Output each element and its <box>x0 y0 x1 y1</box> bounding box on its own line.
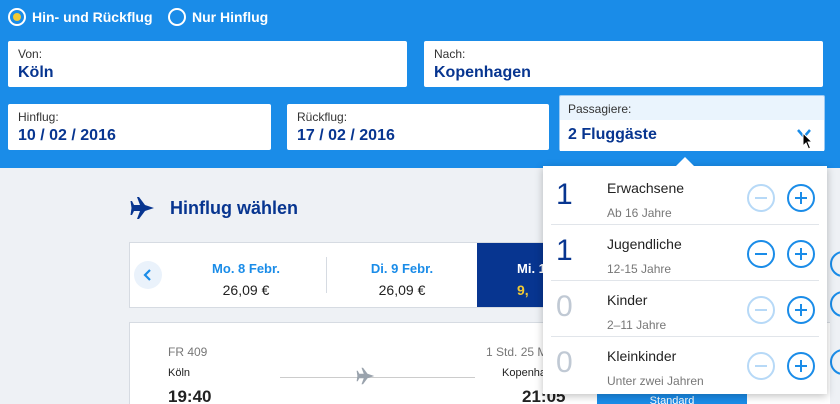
children-count: 0 <box>556 290 573 323</box>
plus-icon[interactable] <box>829 348 840 378</box>
date-tab-price: 26,09 € <box>378 282 426 298</box>
teens-age: 12-15 Jahre <box>607 262 672 276</box>
route-line <box>280 377 475 378</box>
from-field[interactable]: Von: Köln <box>8 41 407 87</box>
departure-time: 19:40 <box>168 387 212 404</box>
children-plus-button[interactable] <box>787 296 815 324</box>
to-label: Nach: <box>434 47 466 61</box>
radio-round-trip-label: Hin- und Rückflug <box>32 9 153 25</box>
airplane-icon <box>130 197 154 219</box>
to-field[interactable]: Nach: Kopenhagen <box>424 41 823 87</box>
flight-destination: Kopenha <box>502 367 547 379</box>
from-value[interactable]: Köln <box>18 64 397 82</box>
radio-round-trip-indicator[interactable] <box>8 8 26 26</box>
date-tab-date: Mo. 8 Febr. <box>212 261 280 276</box>
flight-origin: Köln <box>168 367 191 379</box>
radio-one-way-label: Nur Hinflug <box>192 9 269 25</box>
adults-label: Erwachsene <box>607 180 685 196</box>
flight-duration: 1 Std. 25 M <box>486 345 548 359</box>
passenger-dropdown: 1 Erwachsene Ab 16 Jahre 1 Jugendliche 1… <box>543 157 827 394</box>
date-tab-price: 26,09 € <box>222 282 270 298</box>
teens-minus-button[interactable] <box>747 240 775 268</box>
infants-minus-button[interactable] <box>747 352 775 380</box>
radio-one-way[interactable]: Nur Hinflug <box>168 8 268 26</box>
passengers-value: 2 Fluggäste <box>568 126 657 143</box>
adults-count: 1 <box>556 178 573 211</box>
passengers-select[interactable]: 2 Fluggäste <box>560 120 824 151</box>
teens-count: 1 <box>556 234 573 267</box>
date-tab[interactable]: Mo. 8 Febr. 26,09 € <box>166 243 326 307</box>
outbound-date-label: Hinflug: <box>18 110 59 124</box>
dropdown-notch <box>675 157 695 167</box>
flight-number: FR 409 <box>168 345 208 359</box>
passengers-field[interactable]: Passagiere: 2 Fluggäste <box>559 95 825 151</box>
outbound-date-field[interactable]: Hinflug: 10 / 02 / 2016 <box>8 104 271 150</box>
infants-age: Unter zwei Jahren <box>607 374 704 388</box>
return-date-field[interactable]: Rückflug: 17 / 02 / 2016 <box>287 104 549 150</box>
teens-label: Jugendliche <box>607 236 682 252</box>
infants-label: Kleinkinder <box>607 348 677 364</box>
radio-one-way-indicator[interactable] <box>168 8 186 26</box>
from-label: Von: <box>18 47 43 61</box>
infants-count: 0 <box>556 346 573 379</box>
outbound-title: Hinflug wählen <box>170 197 298 218</box>
passengers-label: Passagiere: <box>568 102 632 116</box>
date-tab-selected[interactable]: Mi. 1 9, <box>477 243 547 307</box>
passenger-row-children: 0 Kinder 2–11 Jahre <box>543 280 827 336</box>
plus-icon[interactable] <box>829 250 840 280</box>
passenger-row-infants: 0 Kleinkinder Unter zwei Jahren <box>543 336 827 392</box>
teens-plus-button[interactable] <box>787 240 815 268</box>
passenger-row-teens: 1 Jugendliche 12-15 Jahre <box>543 224 827 280</box>
date-tab[interactable]: Di. 9 Febr. 26,09 € <box>327 243 477 307</box>
children-label: Kinder <box>607 292 648 308</box>
outbound-date-value[interactable]: 10 / 02 / 2016 <box>18 127 261 145</box>
radio-round-trip[interactable]: Hin- und Rückflug <box>8 8 153 26</box>
return-date-value[interactable]: 17 / 02 / 2016 <box>297 127 539 145</box>
plus-icon[interactable] <box>829 290 840 320</box>
date-tab-date: Di. 9 Febr. <box>370 261 434 276</box>
airplane-icon <box>356 367 375 385</box>
chevron-left-icon <box>134 261 162 289</box>
outbound-heading: Hinflug wählen <box>130 196 298 220</box>
mouse-cursor-icon <box>802 132 814 150</box>
infants-plus-button[interactable] <box>787 352 815 380</box>
prev-dates-button[interactable] <box>130 243 166 307</box>
adults-age: Ab 16 Jahre <box>607 206 672 220</box>
adults-minus-button[interactable] <box>747 184 775 212</box>
adults-plus-button[interactable] <box>787 184 815 212</box>
children-minus-button[interactable] <box>747 296 775 324</box>
passenger-row-adults: 1 Erwachsene Ab 16 Jahre <box>543 168 827 224</box>
to-value[interactable]: Kopenhagen <box>434 64 813 82</box>
return-date-label: Rückflug: <box>297 110 348 124</box>
children-age: 2–11 Jahre <box>607 318 667 332</box>
